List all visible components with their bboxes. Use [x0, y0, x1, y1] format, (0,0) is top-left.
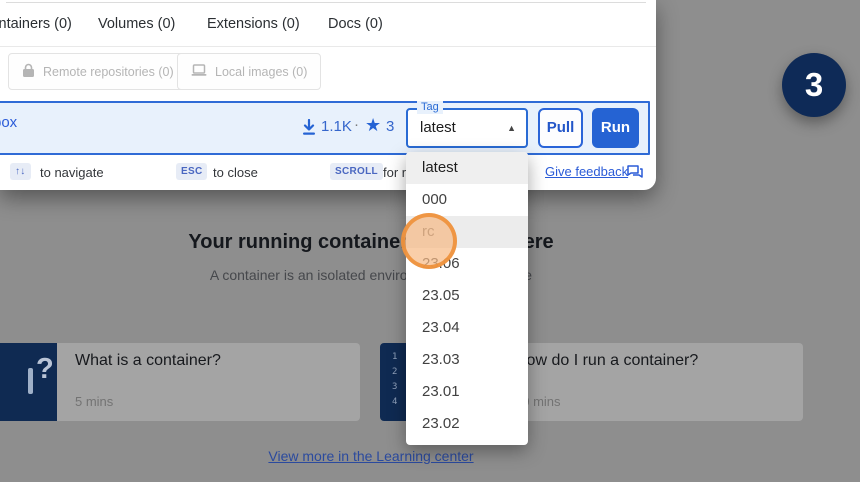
separator-dot: ·	[354, 116, 359, 133]
esc-key-badge: ESC	[176, 163, 207, 180]
tag-select-value: latest	[420, 119, 456, 136]
search-results-panel: Containers (0) Volumes (0) Extensions (0…	[0, 0, 656, 190]
filter-label: Local images (0)	[215, 65, 307, 79]
tag-option-23-02[interactable]: 23.02	[406, 408, 528, 440]
divider	[6, 2, 646, 3]
screen: Your running containers show up here A c…	[0, 0, 860, 482]
image-name: box	[0, 114, 17, 131]
download-icon	[301, 119, 317, 141]
hint-close: to close	[213, 165, 258, 180]
tab-extensions[interactable]: Extensions (0)	[207, 16, 300, 32]
laptop-icon	[191, 64, 207, 80]
run-button[interactable]: Run	[592, 108, 639, 148]
tag-option-23-01[interactable]: 23.01	[406, 376, 528, 408]
give-feedback-link[interactable]: Give feedback	[545, 164, 628, 179]
star-icon: ★	[365, 115, 381, 136]
tab-containers[interactable]: Containers (0)	[0, 16, 72, 32]
tag-option-rc[interactable]: rc	[406, 216, 528, 248]
card-title: What is a container?	[75, 352, 221, 370]
tag-option-23-04[interactable]: 23.04	[406, 312, 528, 344]
tag-option-23-05[interactable]: 23.05	[406, 280, 528, 312]
tag-dropdown-menu: latest 000 rc 23.06 23.05 23.04 23.03 23…	[406, 152, 528, 445]
star-count: 3	[386, 118, 394, 135]
arrow-keys-badge: ↑↓	[10, 163, 31, 180]
learning-center-link[interactable]: View more in the Learning center	[268, 448, 473, 464]
card-duration: 5 mins	[75, 394, 113, 409]
filter-remote-repositories[interactable]: Remote repositories (0)	[8, 53, 188, 90]
scroll-key-badge: SCROLL	[330, 163, 383, 180]
chevron-up-icon: ▲	[507, 123, 516, 133]
card-title: How do I run a container?	[515, 352, 698, 370]
tag-option-000[interactable]: 000	[406, 184, 528, 216]
feedback-chat-icon[interactable]	[627, 165, 643, 184]
lock-icon	[22, 63, 35, 81]
tag-option-latest[interactable]: latest	[406, 152, 528, 184]
question-mark-icon: ?	[0, 343, 57, 421]
tab-volumes[interactable]: Volumes (0)	[98, 16, 175, 32]
filter-local-images[interactable]: Local images (0)	[177, 53, 321, 90]
learning-card-what-is-container[interactable]: ? What is a container? 5 mins	[0, 343, 360, 421]
divider	[0, 46, 656, 47]
filter-label: Remote repositories (0)	[43, 65, 174, 79]
tag-select-label: Tag	[417, 101, 443, 114]
tag-select[interactable]: Tag latest ▲	[406, 108, 528, 148]
pull-button[interactable]: Pull	[538, 108, 583, 148]
tag-option-23-03[interactable]: 23.03	[406, 344, 528, 376]
tag-option-23-06[interactable]: 23.06	[406, 248, 528, 280]
tutorial-step-badge: 3	[782, 53, 846, 117]
hint-navigate: to navigate	[40, 165, 104, 180]
download-count: 1.1K	[321, 118, 352, 135]
tab-docs[interactable]: Docs (0)	[328, 16, 383, 32]
